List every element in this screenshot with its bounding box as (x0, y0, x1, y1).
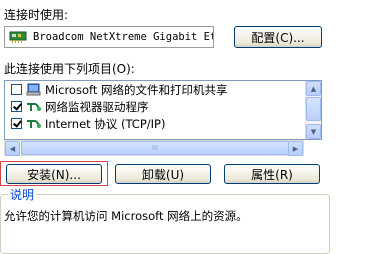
scroll-down-icon[interactable]: ▼ (306, 124, 321, 139)
connect-using-label: 连接时使用: (4, 8, 69, 22)
item-label: Microsoft 网络的文件和打印机共享 (45, 82, 228, 97)
network-protocol-icon (26, 117, 42, 130)
horizontal-scroll-thumb[interactable]: III (21, 141, 289, 155)
properties-button[interactable]: 属性(R) (224, 164, 320, 184)
scroll-right-icon[interactable]: ▶ (288, 141, 303, 156)
list-item[interactable]: Microsoft 网络的文件和打印机共享 (5, 81, 321, 98)
item-checkbox[interactable] (11, 118, 22, 129)
network-card-icon (9, 30, 27, 44)
components-list: Microsoft 网络的文件和打印机共享 网络监视器驱动程序 Internet… (4, 80, 322, 140)
vertical-scroll-thumb[interactable] (306, 97, 321, 121)
uninstall-button[interactable]: 卸载(U) (115, 164, 211, 184)
scroll-left-icon[interactable]: ◀ (5, 141, 20, 156)
vertical-scrollbar[interactable]: ▲ ▼ (305, 81, 321, 139)
components-label: 此连接使用下列项目(O): (4, 62, 135, 76)
description-title: 说明 (8, 186, 37, 203)
install-button[interactable]: 安装(N)... (6, 164, 102, 184)
description-text: 允许您的计算机访问 Microsoft 网络上的资源。 (4, 209, 248, 223)
description-group (0, 194, 330, 254)
file-printer-sharing-icon (26, 83, 42, 96)
scroll-up-icon[interactable]: ▲ (306, 81, 321, 96)
item-checkbox[interactable] (11, 101, 22, 112)
item-checkbox[interactable] (11, 84, 22, 95)
network-protocol-icon (26, 100, 42, 113)
adapter-field: Broadcom NetXtreme Gigabit Eth (4, 26, 214, 48)
list-item[interactable]: Internet 协议 (TCP/IP) (5, 115, 321, 132)
list-item[interactable]: 网络监视器驱动程序 (5, 98, 321, 115)
adapter-name: Broadcom NetXtreme Gigabit Eth (33, 31, 214, 43)
item-label: Internet 协议 (TCP/IP) (45, 116, 166, 131)
item-label: 网络监视器驱动程序 (45, 99, 149, 114)
configure-button[interactable]: 配置(C)... (234, 26, 322, 48)
horizontal-scrollbar[interactable]: ◀ III ▶ (4, 140, 304, 156)
